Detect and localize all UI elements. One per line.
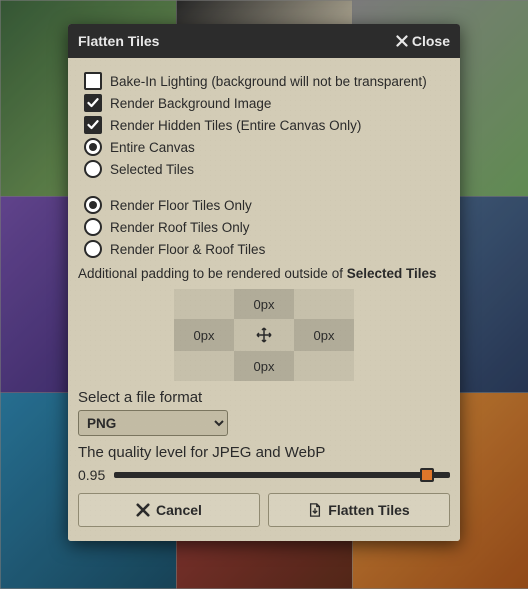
render-background-label: Render Background Image [110,96,271,111]
padding-left-value: 0px [194,328,215,343]
close-icon [396,35,408,47]
flatten-tiles-dialog: Flatten Tiles Close Bake-In Lighting (ba… [68,24,460,541]
scope-entire-radio[interactable] [84,138,102,156]
flatten-label: Flatten Tiles [328,502,409,518]
bake-lighting-checkbox[interactable] [84,72,102,90]
dialog-titlebar: Flatten Tiles Close [68,24,460,58]
padding-top-input[interactable]: 0px [234,289,294,319]
close-icon [136,503,150,517]
quality-value: 0.95 [78,467,108,483]
cancel-button[interactable]: Cancel [78,493,260,527]
flatten-button[interactable]: Flatten Tiles [268,493,450,527]
padding-label: Additional padding to be rendered outsid… [78,266,450,281]
padding-top-value: 0px [254,297,275,312]
layers-roof-radio[interactable] [84,218,102,236]
quality-label: The quality level for JPEG and WebP [78,444,450,461]
close-label: Close [412,33,450,49]
dialog-title: Flatten Tiles [78,33,159,49]
quality-slider[interactable] [114,472,450,478]
render-background-checkbox[interactable] [84,94,102,112]
check-icon [87,97,99,109]
render-hidden-label: Render Hidden Tiles (Entire Canvas Only) [110,118,361,133]
check-icon [87,119,99,131]
move-icon [256,327,272,343]
padding-right-input[interactable]: 0px [294,319,354,351]
format-label: Select a file format [78,389,450,406]
layers-floor-label: Render Floor Tiles Only [110,198,252,213]
bake-lighting-label: Bake-In Lighting (background will not be… [110,74,427,89]
padding-center [234,319,294,351]
padding-left-input[interactable]: 0px [174,319,234,351]
format-select[interactable]: PNG [78,410,228,436]
padding-right-value: 0px [314,328,335,343]
render-hidden-checkbox[interactable] [84,116,102,134]
padding-grid: 0px 0px 0px 0px [174,289,354,381]
close-button[interactable]: Close [396,33,450,49]
file-export-icon [308,503,322,517]
layers-floor-roof-label: Render Floor & Roof Tiles [110,242,265,257]
padding-bold: Selected Tiles [347,266,437,281]
layers-roof-label: Render Roof Tiles Only [110,220,250,235]
cancel-label: Cancel [156,502,202,518]
padding-bottom-value: 0px [254,359,275,374]
layers-floor-roof-radio[interactable] [84,240,102,258]
padding-bottom-input[interactable]: 0px [234,351,294,381]
scope-selected-label: Selected Tiles [110,162,194,177]
padding-prefix: Additional padding to be rendered outsid… [78,266,347,281]
layers-floor-radio[interactable] [84,196,102,214]
scope-selected-radio[interactable] [84,160,102,178]
scope-entire-label: Entire Canvas [110,140,195,155]
